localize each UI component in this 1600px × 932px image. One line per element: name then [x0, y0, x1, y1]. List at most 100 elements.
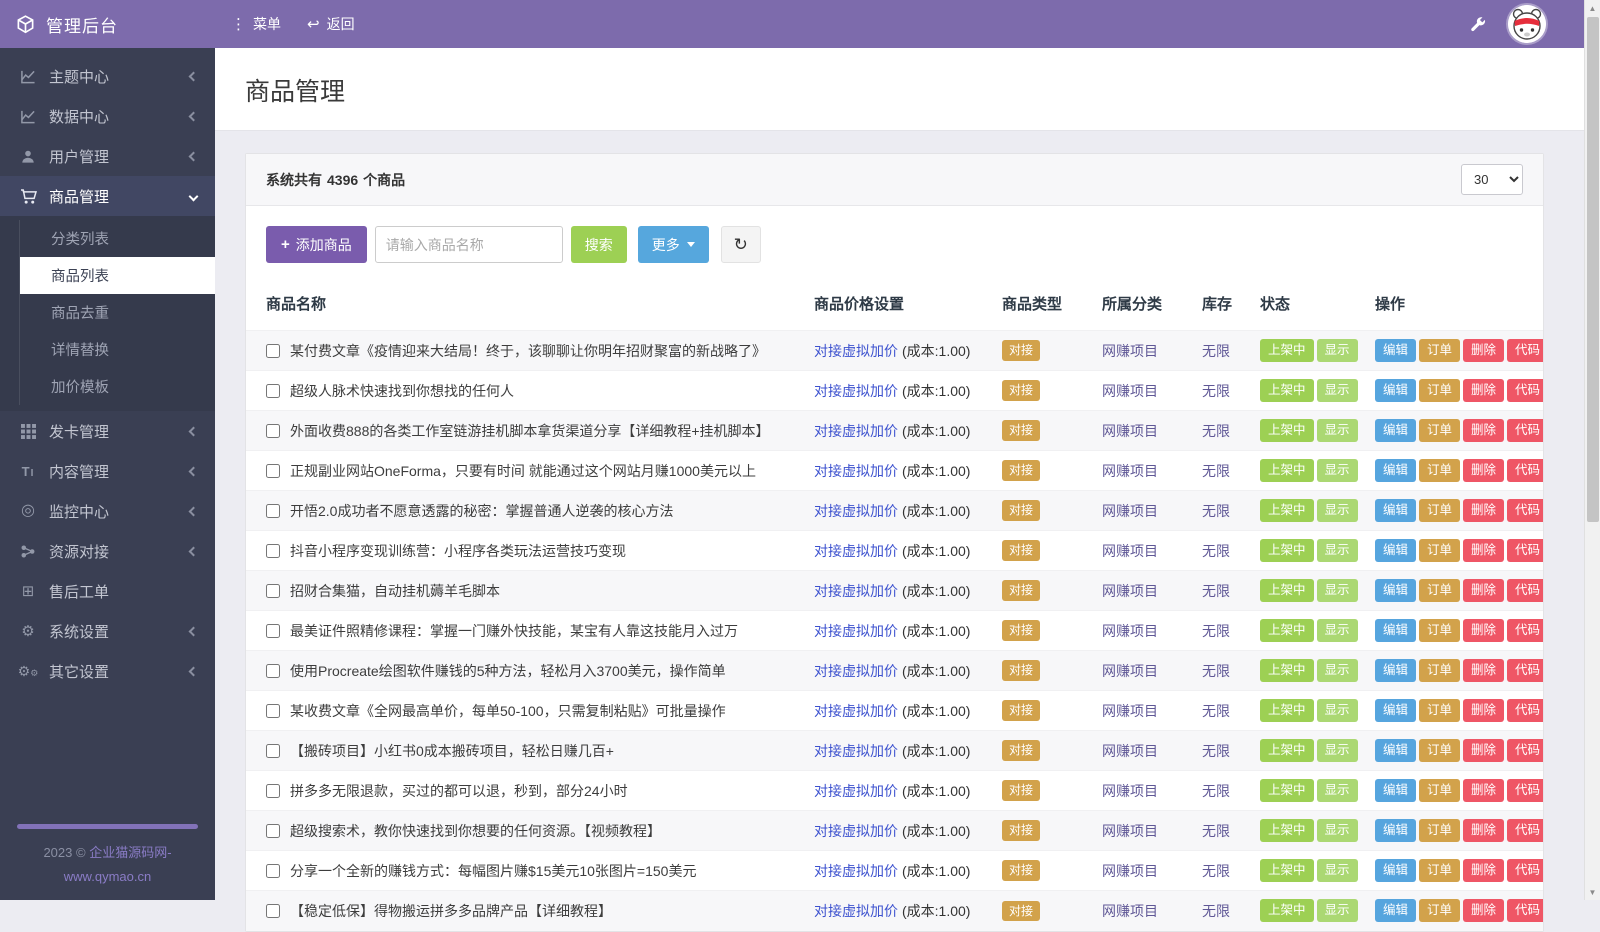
code-button[interactable]: 代码 [1507, 539, 1543, 562]
category-link[interactable]: 网赚项目 [1102, 863, 1158, 879]
footer-site-link[interactable]: 企业猫源码网- [89, 845, 171, 860]
status-on-button[interactable]: 上架中 [1260, 499, 1314, 522]
edit-button[interactable]: 编辑 [1375, 739, 1416, 762]
row-checkbox[interactable] [266, 824, 280, 838]
footer-url-link[interactable]: www.qymao.cn [64, 869, 151, 884]
row-checkbox[interactable] [266, 624, 280, 638]
category-link[interactable]: 网赚项目 [1102, 903, 1158, 919]
edit-button[interactable]: 编辑 [1375, 619, 1416, 642]
status-on-button[interactable]: 上架中 [1260, 819, 1314, 842]
delete-button[interactable]: 删除 [1463, 619, 1504, 642]
status-show-button[interactable]: 显示 [1317, 659, 1358, 682]
category-link[interactable]: 网赚项目 [1102, 343, 1158, 359]
status-show-button[interactable]: 显示 [1317, 379, 1358, 402]
category-link[interactable]: 网赚项目 [1102, 543, 1158, 559]
order-button[interactable]: 订单 [1419, 339, 1460, 362]
status-on-button[interactable]: 上架中 [1260, 859, 1314, 882]
scroll-up-arrow[interactable]: ▲ [1585, 0, 1600, 16]
sidebar-item-内容管理[interactable]: TI内容管理 [0, 451, 215, 491]
status-show-button[interactable]: 显示 [1317, 859, 1358, 882]
price-setting-link[interactable]: 对接虚拟加价 [814, 743, 898, 759]
sidebar-subitem-加价模板[interactable]: 加价模板 [20, 368, 215, 405]
code-button[interactable]: 代码 [1507, 739, 1543, 762]
status-on-button[interactable]: 上架中 [1260, 379, 1314, 402]
status-on-button[interactable]: 上架中 [1260, 699, 1314, 722]
status-show-button[interactable]: 显示 [1317, 579, 1358, 602]
sidebar-item-系统设置[interactable]: ⚙系统设置 [0, 611, 215, 651]
order-button[interactable]: 订单 [1419, 859, 1460, 882]
edit-button[interactable]: 编辑 [1375, 699, 1416, 722]
row-checkbox[interactable] [266, 544, 280, 558]
sidebar-item-用户管理[interactable]: 用户管理 [0, 136, 215, 176]
delete-button[interactable]: 删除 [1463, 659, 1504, 682]
delete-button[interactable]: 删除 [1463, 459, 1504, 482]
status-on-button[interactable]: 上架中 [1260, 459, 1314, 482]
order-button[interactable]: 订单 [1419, 619, 1460, 642]
order-button[interactable]: 订单 [1419, 699, 1460, 722]
code-button[interactable]: 代码 [1507, 339, 1543, 362]
row-checkbox[interactable] [266, 744, 280, 758]
status-show-button[interactable]: 显示 [1317, 619, 1358, 642]
code-button[interactable]: 代码 [1507, 499, 1543, 522]
price-setting-link[interactable]: 对接虚拟加价 [814, 623, 898, 639]
row-checkbox[interactable] [266, 784, 280, 798]
user-avatar[interactable] [1508, 5, 1546, 43]
order-button[interactable]: 订单 [1419, 579, 1460, 602]
order-button[interactable]: 订单 [1419, 379, 1460, 402]
delete-button[interactable]: 删除 [1463, 859, 1504, 882]
code-button[interactable]: 代码 [1507, 459, 1543, 482]
order-button[interactable]: 订单 [1419, 499, 1460, 522]
delete-button[interactable]: 删除 [1463, 899, 1504, 922]
category-link[interactable]: 网赚项目 [1102, 463, 1158, 479]
status-show-button[interactable]: 显示 [1317, 459, 1358, 482]
status-on-button[interactable]: 上架中 [1260, 779, 1314, 802]
delete-button[interactable]: 删除 [1463, 379, 1504, 402]
row-checkbox[interactable] [266, 424, 280, 438]
delete-button[interactable]: 删除 [1463, 779, 1504, 802]
category-link[interactable]: 网赚项目 [1102, 823, 1158, 839]
status-show-button[interactable]: 显示 [1317, 419, 1358, 442]
status-show-button[interactable]: 显示 [1317, 739, 1358, 762]
code-button[interactable]: 代码 [1507, 659, 1543, 682]
order-button[interactable]: 订单 [1419, 779, 1460, 802]
status-on-button[interactable]: 上架中 [1260, 899, 1314, 922]
status-on-button[interactable]: 上架中 [1260, 739, 1314, 762]
price-setting-link[interactable]: 对接虚拟加价 [814, 423, 898, 439]
edit-button[interactable]: 编辑 [1375, 419, 1416, 442]
delete-button[interactable]: 删除 [1463, 819, 1504, 842]
status-show-button[interactable]: 显示 [1317, 779, 1358, 802]
sidebar-subitem-分类列表[interactable]: 分类列表 [20, 220, 215, 257]
search-input[interactable] [375, 226, 563, 263]
status-on-button[interactable]: 上架中 [1260, 419, 1314, 442]
category-link[interactable]: 网赚项目 [1102, 783, 1158, 799]
edit-button[interactable]: 编辑 [1375, 459, 1416, 482]
row-checkbox[interactable] [266, 464, 280, 478]
price-setting-link[interactable]: 对接虚拟加价 [814, 783, 898, 799]
status-show-button[interactable]: 显示 [1317, 819, 1358, 842]
refresh-button[interactable]: ↻ [721, 226, 761, 263]
row-checkbox[interactable] [266, 504, 280, 518]
delete-button[interactable]: 删除 [1463, 499, 1504, 522]
delete-button[interactable]: 删除 [1463, 579, 1504, 602]
row-checkbox[interactable] [266, 344, 280, 358]
search-button[interactable]: 搜索 [571, 226, 627, 263]
vertical-scrollbar[interactable]: ▲ ▼ [1584, 0, 1600, 900]
edit-button[interactable]: 编辑 [1375, 859, 1416, 882]
category-link[interactable]: 网赚项目 [1102, 583, 1158, 599]
code-button[interactable]: 代码 [1507, 779, 1543, 802]
order-button[interactable]: 订单 [1419, 899, 1460, 922]
price-setting-link[interactable]: 对接虚拟加价 [814, 863, 898, 879]
status-on-button[interactable]: 上架中 [1260, 619, 1314, 642]
status-show-button[interactable]: 显示 [1317, 339, 1358, 362]
order-button[interactable]: 订单 [1419, 459, 1460, 482]
sidebar-item-主题中心[interactable]: 主题中心 [0, 56, 215, 96]
code-button[interactable]: 代码 [1507, 579, 1543, 602]
edit-button[interactable]: 编辑 [1375, 379, 1416, 402]
status-on-button[interactable]: 上架中 [1260, 579, 1314, 602]
category-link[interactable]: 网赚项目 [1102, 383, 1158, 399]
edit-button[interactable]: 编辑 [1375, 339, 1416, 362]
wrench-icon[interactable] [1469, 16, 1486, 33]
row-checkbox[interactable] [266, 904, 280, 918]
status-show-button[interactable]: 显示 [1317, 539, 1358, 562]
back-button[interactable]: ↩ 返回 [307, 14, 355, 34]
